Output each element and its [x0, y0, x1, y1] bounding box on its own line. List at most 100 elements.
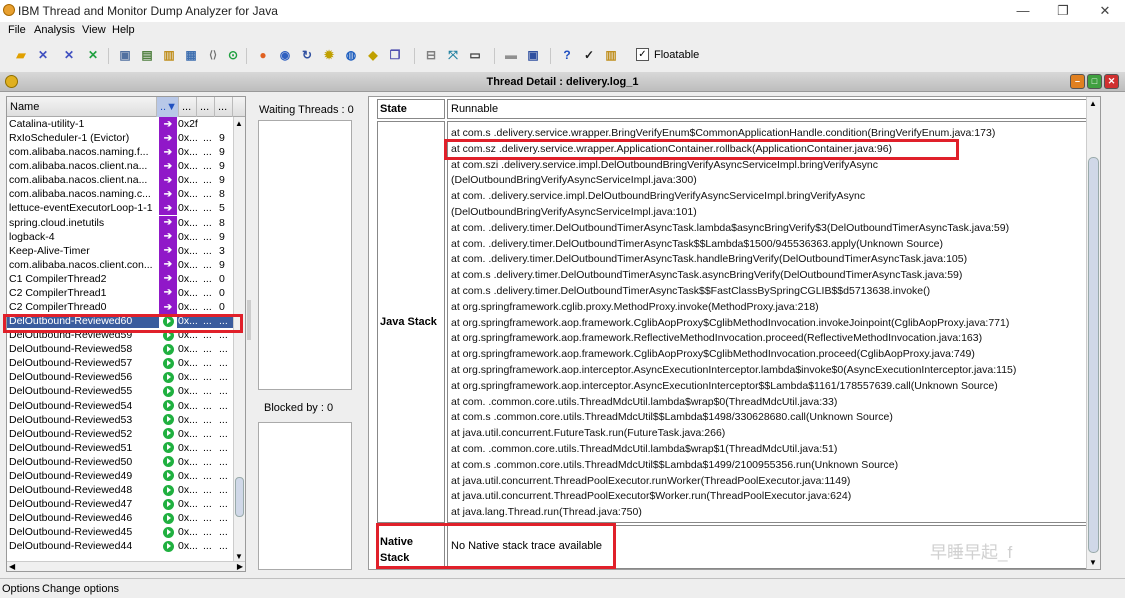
table-row[interactable]: spring.cloud.inetutils ➔ 0x...... 8 [7, 215, 233, 230]
table-row[interactable]: DelOutbound-Reviewed48 0x......... [7, 483, 233, 498]
state-column-header[interactable]: ..▼ [157, 97, 179, 117]
summary-icon[interactable]: ▥ [160, 46, 178, 64]
gear-icon[interactable]: ✹ [320, 46, 338, 64]
table-row[interactable]: DelOutbound-Reviewed46 0x......... [7, 511, 233, 526]
stack-frame-line: at org.springframework.aop.interceptor.A… [451, 363, 1017, 376]
frame-minimize-button[interactable]: – [1070, 74, 1085, 89]
compare-icon[interactable]: ▦ [182, 46, 200, 64]
table-row[interactable]: com.alibaba.nacos.naming.f... ➔ 0x...... 9 [7, 145, 233, 160]
table-row[interactable]: com.alibaba.nacos.naming.c... ➔ 0x...... 8 [7, 187, 233, 202]
running-state-icon [159, 356, 177, 371]
maximize-button[interactable]: ❐ [1048, 2, 1078, 20]
thread-list-scrollbar[interactable]: ▲ ▼ [233, 117, 245, 563]
detail-scrollbar[interactable]: ▲ ▼ [1086, 97, 1100, 569]
layout-icon[interactable]: ▣ [524, 46, 542, 64]
floatable-checkbox[interactable]: ✓ [636, 48, 649, 61]
help-icon[interactable]: ? [558, 46, 576, 64]
menu-help[interactable]: Help [112, 24, 135, 36]
thread-id: 0x... [178, 132, 198, 145]
thread-id: 0x... [178, 301, 198, 314]
table-row[interactable]: Catalina-utility-1 ➔ 0x2f [7, 117, 233, 131]
analyze-icon[interactable]: ● [254, 46, 272, 64]
close-button[interactable]: ✕ [1090, 2, 1120, 20]
table-row[interactable]: com.alibaba.nacos.client.na... ➔ 0x...... 9 [7, 173, 233, 188]
table-row[interactable]: C1 CompilerThread2 ➔ 0x...... 0 [7, 271, 233, 286]
waiting-state-icon: ➔ [159, 285, 177, 300]
table-row[interactable]: DelOutbound-Reviewed51 0x......... [7, 440, 233, 455]
waiting-state-icon: ➔ [159, 201, 177, 216]
info-icon[interactable]: ◍ [342, 46, 360, 64]
sort-icon[interactable]: ↻ [298, 46, 316, 64]
settings-icon[interactable]: ◉ [276, 46, 294, 64]
windows-icon[interactable]: ❐ [386, 46, 404, 64]
table-row[interactable]: com.alibaba.nacos.client.na... ➔ 0x...... 9 [7, 159, 233, 174]
waiting-threads-label: Waiting Threads : 0 [259, 104, 354, 116]
col-native-header[interactable]: ... [197, 97, 215, 117]
table-row[interactable]: DelOutbound-Reviewed53 0x......... [7, 412, 233, 427]
check-icon[interactable]: ✓ [580, 46, 598, 64]
thread-detail-icon[interactable]: ▣ [116, 46, 134, 64]
monitor-icon[interactable]: ▤ [138, 46, 156, 64]
thread-list-hscrollbar[interactable]: ◀ ▶ [7, 561, 245, 571]
table-row[interactable]: DelOutbound-Reviewed54 0x......... [7, 398, 233, 413]
cascade-icon[interactable]: ⤧ [444, 46, 462, 64]
tag-icon[interactable]: ◆ [364, 46, 382, 64]
thread-native-id: ... [203, 385, 212, 398]
window-title: IBM Thread and Monitor Dump Analyzer for… [18, 4, 278, 18]
table-row[interactable]: C2 CompilerThread1 ➔ 0x...... 0 [7, 285, 233, 300]
table-row[interactable]: logback-4 ➔ 0x...... 9 [7, 229, 233, 244]
table-row[interactable]: DelOutbound-Reviewed55 0x......... [7, 384, 233, 399]
waiting-state-icon: ➔ [159, 243, 177, 258]
refresh-icon[interactable]: ⊙ [224, 46, 242, 64]
thread-priority: 8 [219, 188, 225, 201]
frame-close-button[interactable]: ✕ [1104, 74, 1119, 89]
table-row[interactable]: Keep-Alive-Timer ➔ 0x...... 3 [7, 243, 233, 258]
stack-frame-line: at java.util.concurrent.ThreadPoolExecut… [451, 490, 852, 503]
close-all-icon[interactable]: ✕ [60, 46, 78, 64]
col-priority-header[interactable]: ... [215, 97, 233, 117]
close-x-icon[interactable]: ✕ [34, 46, 52, 64]
stack-frame-line: at org.springframework.cglib.proxy.Metho… [451, 300, 819, 313]
thread-priority: ... [219, 484, 228, 497]
blocked-by-list[interactable] [258, 422, 352, 570]
thread-priority: ... [219, 455, 228, 468]
open-folder-icon[interactable]: ▰ [12, 46, 30, 64]
tile-icon[interactable]: ⊟ [422, 46, 440, 64]
table-row[interactable]: DelOutbound-Reviewed44 0x......... [7, 539, 233, 554]
col-id-header[interactable]: ... [179, 97, 197, 117]
table-row[interactable]: DelOutbound-Reviewed47 0x......... [7, 497, 233, 512]
frame-maximize-button[interactable]: □ [1087, 74, 1102, 89]
name-column-header[interactable]: Name [7, 97, 157, 117]
menu-view[interactable]: View [82, 24, 106, 36]
table-row[interactable]: RxIoScheduler-1 (Evictor) ➔ 0x...... 9 [7, 131, 233, 146]
table-row[interactable]: com.alibaba.nacos.client.con... ➔ 0x......… [7, 257, 233, 272]
minimize-all-icon[interactable]: ▬ [502, 46, 520, 64]
table-row[interactable]: C2 CompilerThread0 ➔ 0x...... 0 [7, 300, 233, 315]
window-icon[interactable]: ▭ [466, 46, 484, 64]
about-icon[interactable]: ▥ [602, 46, 620, 64]
thread-id: 0x... [178, 441, 198, 454]
stack-frame-line: at org.springframework.aop.framework.Ref… [451, 332, 983, 345]
menu-file[interactable]: File [8, 24, 26, 36]
table-row[interactable]: DelOutbound-Reviewed57 0x......... [7, 356, 233, 371]
thread-id: 0x... [178, 455, 198, 468]
stack-frame-line: at com. .delivery.timer.DelOutboundTimer… [451, 237, 944, 250]
menu-bar: File Analysis View Help [0, 22, 1125, 40]
splitter-handle[interactable] [247, 300, 251, 340]
minimize-button[interactable]: — [1008, 2, 1038, 20]
waiting-threads-list[interactable] [258, 120, 352, 390]
thread-name: com.alibaba.nacos.client.na... [9, 160, 148, 173]
table-row[interactable]: DelOutbound-Reviewed49 0x......... [7, 468, 233, 483]
table-row[interactable]: lettuce-eventExecutorLoop-1-1 ➔ 0x...... 5 [7, 201, 233, 216]
table-row[interactable]: DelOutbound-Reviewed50 0x......... [7, 454, 233, 469]
table-row[interactable]: DelOutbound-Reviewed45 0x......... [7, 525, 233, 540]
table-row[interactable]: DelOutbound-Reviewed58 0x......... [7, 342, 233, 357]
delete-icon[interactable]: ✕ [84, 46, 102, 64]
table-row[interactable]: DelOutbound-Reviewed56 0x......... [7, 370, 233, 385]
table-row[interactable]: DelOutbound-Reviewed52 0x......... [7, 426, 233, 441]
waiting-state-icon: ➔ [159, 117, 177, 131]
thread-native-id: ... [203, 216, 212, 229]
code-icon[interactable]: ⟨⟩ [204, 46, 222, 64]
menu-analysis[interactable]: Analysis [34, 24, 75, 36]
thread-id: 0x... [178, 512, 198, 525]
